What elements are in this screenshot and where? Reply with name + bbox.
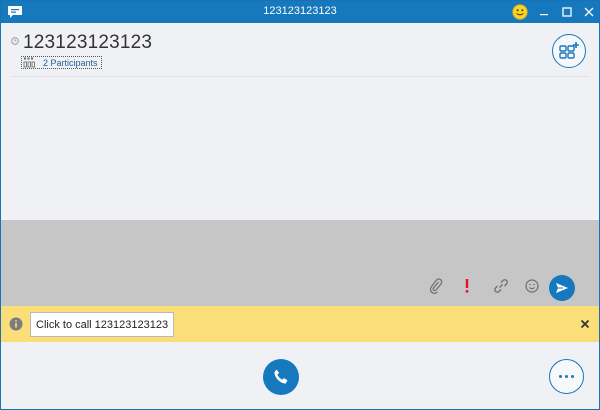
send-icon — [556, 283, 568, 293]
more-options-icon — [559, 375, 574, 378]
window-title: 123123123123 — [263, 5, 337, 17]
close-button[interactable] — [578, 1, 599, 23]
message-compose-area[interactable] — [1, 220, 599, 306]
important-icon — [465, 279, 469, 293]
click-to-call-button[interactable]: Click to call 123123123123 — [30, 312, 175, 337]
call-button[interactable] — [263, 359, 299, 395]
conversation-history[interactable] — [1, 77, 599, 220]
maximize-button[interactable] — [556, 1, 578, 23]
bottom-toolbar — [1, 342, 599, 409]
participants-button[interactable]: 2 Participants — [21, 56, 102, 69]
emoticon-button[interactable] — [523, 277, 541, 295]
conversation-title: 123123123123 — [23, 32, 153, 53]
title-bar: 123123123123 — [1, 1, 599, 23]
mark-important-button[interactable] — [458, 277, 476, 295]
conversation-header: 123123123123 2 Participants — [1, 23, 599, 77]
emoticon-icon — [525, 279, 539, 293]
attach-file-button[interactable] — [427, 277, 445, 295]
more-options-button[interactable] — [549, 359, 584, 394]
send-button[interactable] — [549, 275, 575, 301]
attach-icon — [429, 278, 443, 294]
phone-icon — [274, 369, 288, 384]
maximize-icon — [562, 7, 572, 17]
link-icon — [494, 279, 508, 293]
conversation-window: 123123123123 123123123123 2 Participants… — [0, 0, 600, 410]
info-icon — [9, 317, 23, 331]
participants-label: 2 Participants — [43, 57, 98, 68]
insert-link-button[interactable] — [492, 277, 510, 295]
add-participant-button[interactable] — [552, 34, 586, 68]
dismiss-notification-button[interactable] — [579, 318, 591, 330]
close-icon — [580, 319, 590, 329]
presence-icon — [11, 37, 19, 45]
minimize-icon — [540, 14, 548, 16]
close-icon — [584, 7, 594, 17]
participants-icon — [23, 57, 35, 68]
call-notification-bar: Click to call 123123123123 — [1, 306, 599, 342]
smiley-icon[interactable] — [512, 4, 528, 20]
add-people-icon — [559, 42, 579, 59]
minimize-button[interactable] — [533, 1, 555, 23]
